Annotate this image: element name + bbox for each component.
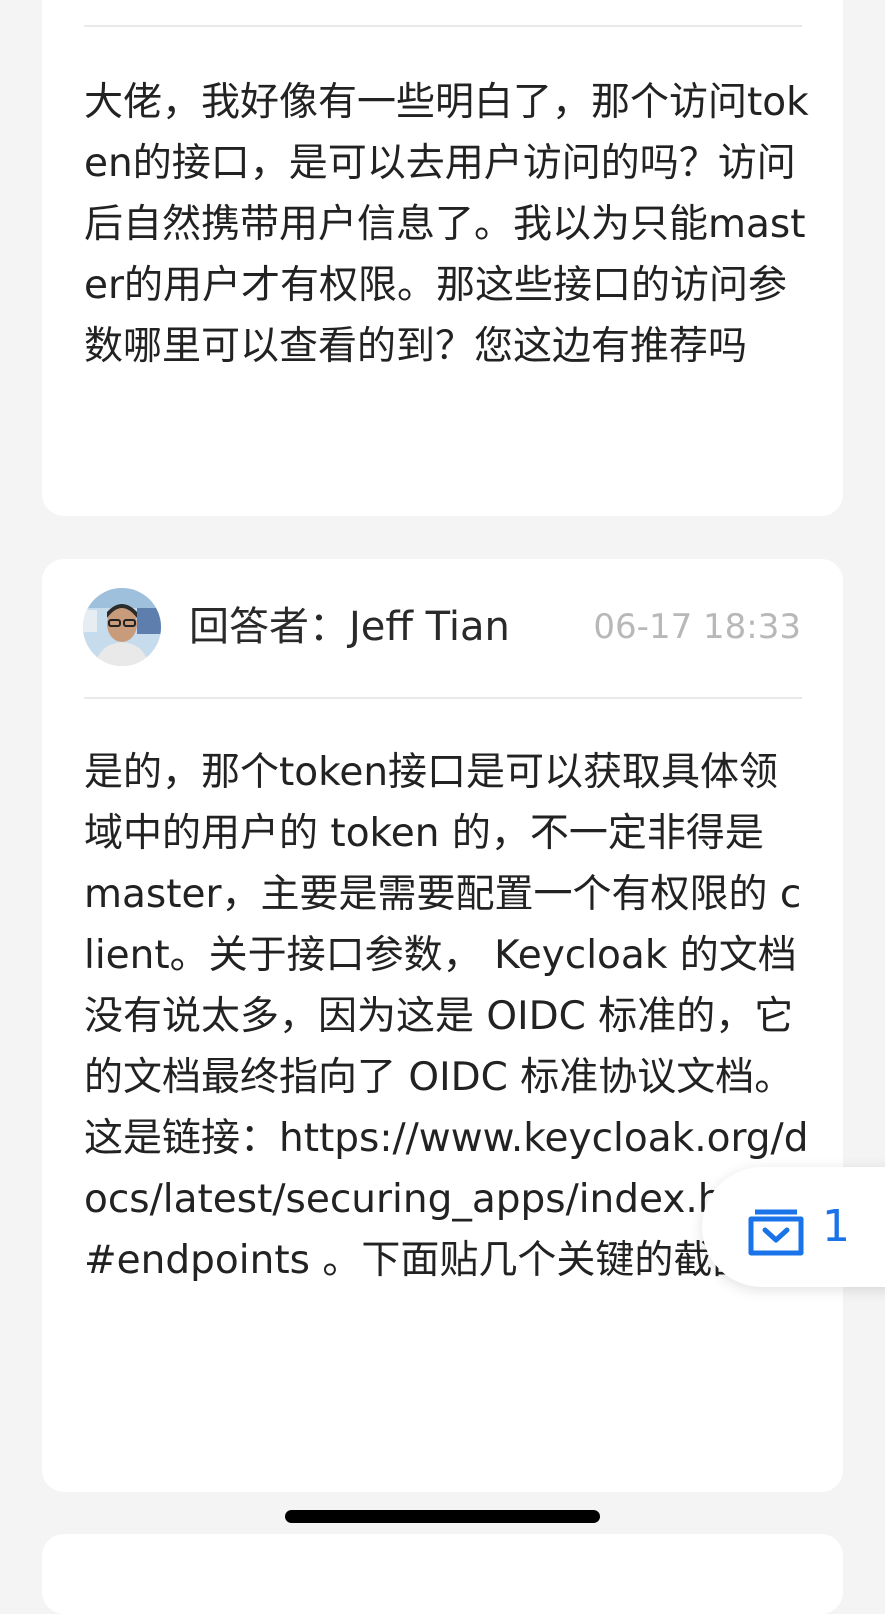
question-card: 大佬，我好像有一些明白了，那个访问token的接口，是可以去用户访问的吗？访问后…	[42, 0, 843, 516]
answerer-avatar[interactable]	[83, 588, 161, 666]
inbox-download-icon	[748, 1209, 804, 1256]
answerer-label: 回答者：	[189, 604, 349, 650]
answer-card: 回答者：Jeff Tian 06-17 18:33 是的，那个token接口是可…	[42, 559, 843, 1492]
floating-collect-button[interactable]: 1	[702, 1167, 885, 1287]
user-avatar-photo-icon	[83, 588, 161, 666]
answerer-name[interactable]: Jeff Tian	[349, 604, 510, 650]
home-indicator[interactable]	[285, 1510, 600, 1523]
answer-text: 是的，那个token接口是可以获取具体领域中的用户的 token 的，不一定非得…	[84, 750, 809, 1283]
question-text: 大佬，我好像有一些明白了，那个访问token的接口，是可以去用户访问的吗？访问后…	[84, 80, 809, 369]
next-card	[42, 1534, 843, 1614]
answer-timestamp: 06-17 18:33	[593, 607, 801, 647]
divider	[84, 25, 802, 27]
divider	[84, 697, 802, 699]
collect-count: 1	[822, 1201, 850, 1252]
answerer-line: 回答者：Jeff Tian	[189, 599, 510, 655]
